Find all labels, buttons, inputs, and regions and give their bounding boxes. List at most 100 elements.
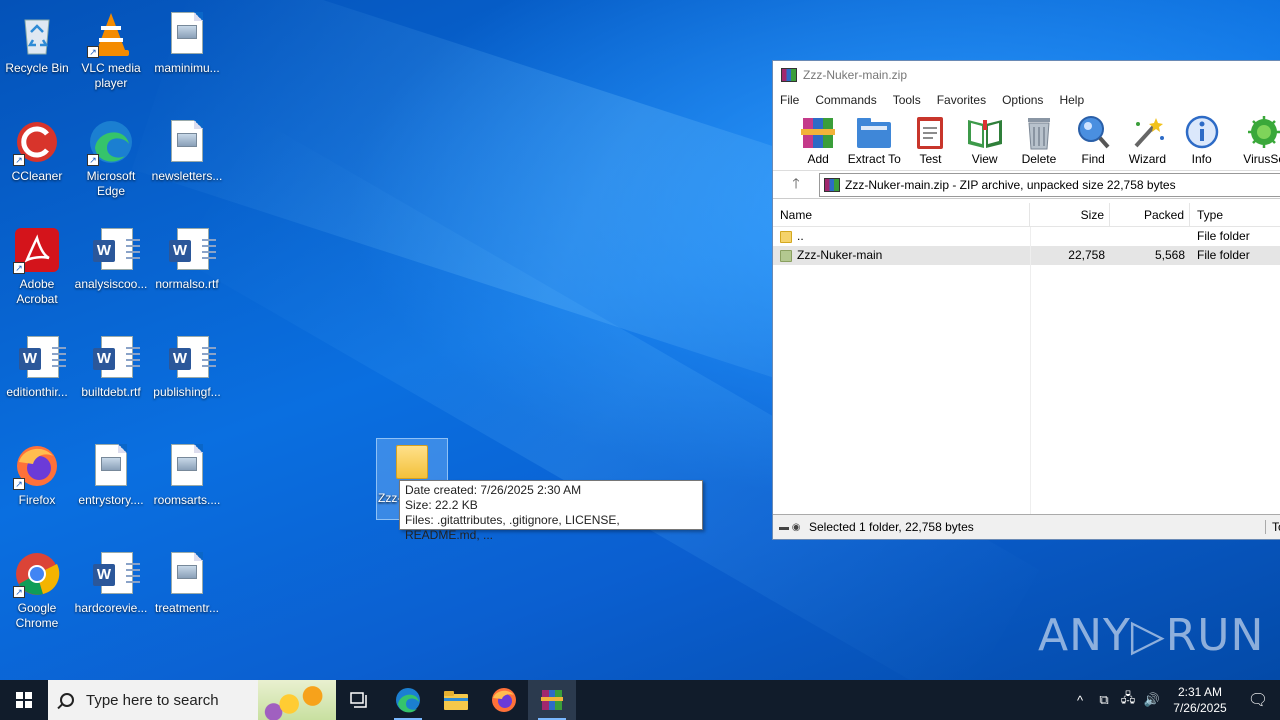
file-list[interactable]: Name Size Packed Type .. File folder Zzz… xyxy=(773,202,1280,515)
image-file-icon xyxy=(163,118,211,166)
word-doc-icon: W xyxy=(163,334,216,382)
desktop-icon-treatmentr[interactable]: treatmentr... xyxy=(150,546,224,616)
system-tray: ^ ⧉ 🖧 🔊 2:31 AM 7/26/2025 🗨 xyxy=(1068,680,1280,720)
desktop-icon-maminimu[interactable]: maminimu... xyxy=(150,6,224,76)
window-titlebar[interactable]: Zzz-Nuker-main.zip xyxy=(773,61,1280,89)
menu-favorites[interactable]: Favorites xyxy=(937,93,986,107)
meet-now-icon[interactable]: ⧉ xyxy=(1092,692,1116,708)
desktop-icon-label: Microsoft Edge xyxy=(86,169,136,198)
desktop-icon-label: editionthir... xyxy=(6,385,68,399)
image-file-icon xyxy=(163,442,211,490)
network-icon[interactable]: 🖧 xyxy=(1116,689,1140,711)
col-type[interactable]: Type xyxy=(1190,203,1280,227)
view-button[interactable]: View xyxy=(958,111,1012,166)
desktop-icon-roomsarts[interactable]: roomsarts.... xyxy=(150,438,224,508)
task-view-button[interactable] xyxy=(336,680,384,720)
desktop[interactable]: Recycle Bin ↗ CCleaner ↗ Adobe Acrobat W… xyxy=(0,0,1280,680)
status-text: Selected 1 folder, 22,758 bytes xyxy=(809,520,974,534)
desktop-icon-newsletters[interactable]: newsletters... xyxy=(150,114,224,184)
chevron-up-icon[interactable]: ^ xyxy=(1068,693,1092,708)
desktop-icon-label: publishingf... xyxy=(153,385,221,399)
menu-tools[interactable]: Tools xyxy=(893,93,921,107)
word-doc-icon: W xyxy=(87,550,140,598)
desktop-icon-builtdebt[interactable]: W builtdebt.rtf xyxy=(74,330,148,400)
desktop-icon-label: Google Chrome xyxy=(15,601,59,630)
search-box[interactable]: Type here to search xyxy=(48,680,336,720)
taskbar-file-explorer[interactable] xyxy=(432,680,480,720)
desktop-icon-label: entrystory.... xyxy=(78,493,144,507)
desktop-icon-hardcorevie[interactable]: W hardcorevie... xyxy=(74,546,148,616)
row-size xyxy=(1030,227,1110,246)
winrar-icon xyxy=(541,690,563,710)
ccleaner-icon: ↗ xyxy=(13,118,61,166)
taskbar-edge[interactable] xyxy=(384,680,432,720)
up-arrow-icon[interactable]: 🡑 xyxy=(773,173,819,197)
desktop-icon-label: VLC media player xyxy=(81,61,141,90)
desktop-icon-firefox[interactable]: ↗ Firefox xyxy=(0,438,74,508)
find-button[interactable]: Find xyxy=(1066,111,1120,166)
clock[interactable]: 2:31 AM 7/26/2025 xyxy=(1164,684,1236,716)
menu-commands[interactable]: Commands xyxy=(815,93,876,107)
wand-icon xyxy=(1128,114,1166,150)
desktop-icon-adobe-acrobat[interactable]: ↗ Adobe Acrobat xyxy=(0,222,74,307)
folder-icon xyxy=(780,230,792,243)
col-name[interactable]: Name xyxy=(773,202,1030,227)
notification-icon[interactable]: 🗨 xyxy=(1236,690,1280,710)
menu-file[interactable]: File xyxy=(780,93,799,107)
desktop-icon-recycle-bin[interactable]: Recycle Bin xyxy=(0,6,74,76)
extract-to-button[interactable]: Extract To xyxy=(845,111,903,166)
wizard-button[interactable]: Wizard xyxy=(1120,111,1174,166)
winrar-window[interactable]: Zzz-Nuker-main.zip File Commands Tools F… xyxy=(772,60,1280,540)
table-row[interactable]: .. File folder xyxy=(773,227,1280,246)
desktop-icon-label: newsletters... xyxy=(151,169,223,183)
folder-icon xyxy=(780,249,792,262)
virusscan-button[interactable]: VirusSc xyxy=(1237,111,1280,166)
col-packed[interactable]: Packed xyxy=(1110,202,1190,227)
view-book-icon xyxy=(966,114,1004,150)
desktop-icon-editionthir[interactable]: W editionthir... xyxy=(0,330,74,400)
firefox-icon xyxy=(492,688,516,712)
desktop-icon-google-chrome[interactable]: ↗ Google Chrome xyxy=(0,546,74,631)
magnifier-icon xyxy=(1074,114,1112,150)
desktop-icon-vlc[interactable]: ↗ VLC media player xyxy=(74,6,148,91)
word-doc-icon: W xyxy=(13,334,66,382)
desktop-icon-normalso[interactable]: W normalso.rtf xyxy=(150,222,224,292)
image-file-icon xyxy=(163,550,211,598)
info-icon xyxy=(1183,114,1221,150)
drive-icon: ▬ ◉ xyxy=(779,521,801,533)
info-button[interactable]: Info xyxy=(1175,111,1229,166)
desktop-icon-publishingf[interactable]: W publishingf... xyxy=(150,330,224,400)
word-doc-icon: W xyxy=(87,226,140,274)
folder-icon xyxy=(444,691,468,710)
test-button[interactable]: Test xyxy=(903,111,957,166)
virusscan-label: VirusSc xyxy=(1243,152,1280,166)
delete-label: Delete xyxy=(1021,152,1057,166)
row-packed xyxy=(1110,227,1190,246)
taskbar-winrar[interactable] xyxy=(528,680,576,720)
address-bar: 🡑 Zzz-Nuker-main.zip - ZIP archive, unpa… xyxy=(773,171,1280,199)
address-field[interactable]: Zzz-Nuker-main.zip - ZIP archive, unpack… xyxy=(819,172,1280,197)
add-button[interactable]: Add xyxy=(791,111,845,166)
volume-icon[interactable]: 🔊 xyxy=(1140,692,1164,708)
col-size[interactable]: Size xyxy=(1030,202,1110,227)
desktop-icon-label: maminimu... xyxy=(154,61,220,75)
taskbar-firefox[interactable] xyxy=(480,680,528,720)
tooltip-size: Size: 22.2 KB xyxy=(405,498,478,512)
desktop-icon-entrystory[interactable]: entrystory.... xyxy=(74,438,148,508)
delete-button[interactable]: Delete xyxy=(1012,111,1066,166)
table-row[interactable]: Zzz-Nuker-main 22,758 5,568 File folder xyxy=(773,246,1280,265)
shortcut-arrow-icon: ↗ xyxy=(87,46,99,58)
start-button[interactable] xyxy=(0,680,48,720)
desktop-icon-edge[interactable]: ↗ Microsoft Edge xyxy=(74,114,148,199)
menu-help[interactable]: Help xyxy=(1059,93,1084,107)
desktop-icon-ccleaner[interactable]: ↗ CCleaner xyxy=(0,114,74,184)
menu-options[interactable]: Options xyxy=(1002,93,1043,107)
window-title: Zzz-Nuker-main.zip xyxy=(803,68,908,82)
find-label: Find xyxy=(1081,152,1105,166)
desktop-icon-label: Adobe Acrobat xyxy=(16,277,58,306)
extract-folder-icon xyxy=(855,114,893,150)
shortcut-arrow-icon: ↗ xyxy=(13,154,25,166)
desktop-icon-analysiscoo[interactable]: W analysiscoo... xyxy=(74,222,148,292)
desktop-icon-label: roomsarts.... xyxy=(153,493,221,507)
address-text: Zzz-Nuker-main.zip - ZIP archive, unpack… xyxy=(845,177,1176,192)
